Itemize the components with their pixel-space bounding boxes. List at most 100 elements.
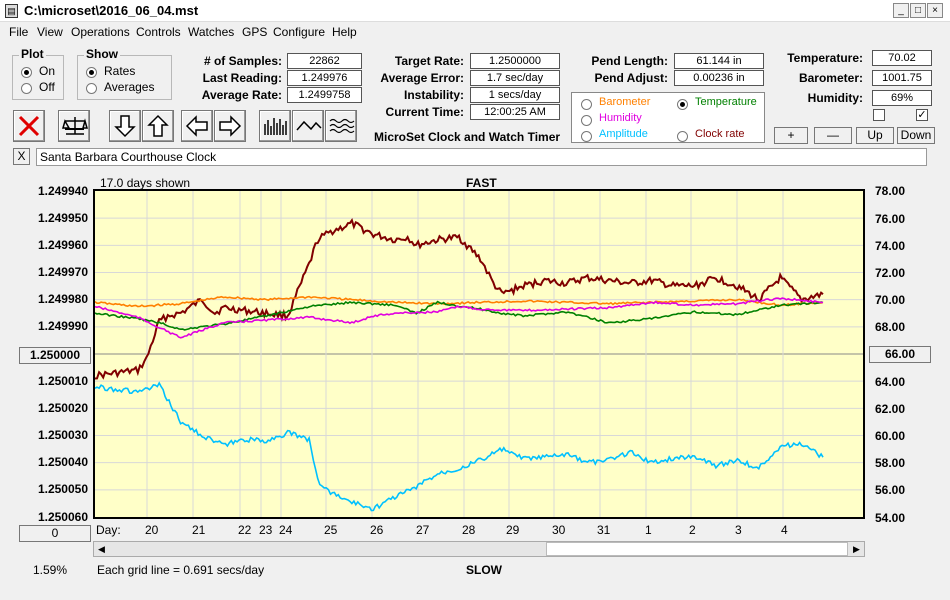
arrow-up-button[interactable] [142, 110, 174, 142]
wave-icon [296, 120, 322, 131]
multi-wave-view-button[interactable] [325, 110, 357, 142]
barometer-radio[interactable] [581, 97, 592, 111]
menu-file[interactable]: File [9, 25, 28, 39]
arrow-left-button[interactable] [181, 110, 213, 142]
menu-operations[interactable]: Operations [71, 25, 130, 39]
show-averages-radio[interactable] [86, 81, 97, 95]
samples-value: 22862 [287, 53, 362, 69]
pend-length-value[interactable]: 61.144 in [674, 53, 764, 69]
checkbox-1[interactable] [873, 109, 885, 121]
right-center-button[interactable]: 66.00 [869, 346, 931, 363]
humidity-label: Humidity: [807, 91, 863, 105]
instability-label: Instability: [403, 88, 464, 102]
left-tick-label: 1.249940 [37, 184, 88, 198]
series-line-amplitude [95, 381, 824, 512]
clear-clock-button[interactable]: X [13, 148, 30, 165]
humidity-radio[interactable] [581, 113, 592, 127]
window-title: C:\microset\2016_06_04.mst [24, 3, 199, 18]
menu-view[interactable]: View [37, 25, 63, 39]
left-offset-button[interactable]: 0 [19, 525, 91, 542]
minimize-button[interactable]: _ [893, 3, 909, 18]
close-button[interactable]: × [927, 3, 943, 18]
day-tick-label: 24 [279, 523, 293, 537]
scroll-left-arrow-icon[interactable]: ◀ [94, 542, 109, 556]
wave-view-button[interactable] [292, 110, 324, 142]
multi-wave-icon [329, 118, 355, 134]
amplitude-radio[interactable] [581, 129, 592, 143]
radio-dot [86, 67, 97, 79]
menu-gps[interactable]: GPS [242, 25, 267, 39]
horizontal-scrollbar[interactable]: ◀ ▶ [93, 541, 865, 557]
radio-dot [581, 131, 592, 143]
right-tick-label: 62.00 [875, 402, 906, 416]
left-tick-label: 1.250060 [37, 510, 88, 524]
bars-view-button[interactable] [259, 110, 291, 142]
radio-dot [581, 115, 592, 127]
amplitude-option: Amplitude [599, 128, 648, 140]
radio-dot [581, 99, 592, 111]
plot-off-radio[interactable] [21, 81, 32, 95]
left-tick-label: 1.249960 [37, 238, 88, 252]
menu-configure[interactable]: Configure [273, 25, 325, 39]
chart-plot-area[interactable] [93, 189, 865, 519]
day-tick-label: 28 [462, 523, 476, 537]
menu-help[interactable]: Help [332, 25, 357, 39]
day-tick-label: 31 [597, 523, 611, 537]
right-tick-label: 64.00 [875, 375, 906, 389]
humidity-value: 69% [872, 90, 932, 106]
scroll-up-button[interactable]: Up [856, 127, 894, 144]
clock-rate-option: Clock rate [695, 128, 745, 140]
left-center-button[interactable]: 1.250000 [19, 347, 91, 364]
day-tick-label: 30 [552, 523, 566, 537]
grid-scale-label: Each grid line = 0.691 secs/day [97, 563, 265, 577]
day-tick-label: 21 [192, 523, 206, 537]
scroll-right-arrow-icon[interactable]: ▶ [849, 542, 864, 556]
day-tick-label: 2 [689, 523, 696, 537]
left-tick-label: 1.249980 [37, 292, 88, 306]
day-tick-label: 25 [324, 523, 338, 537]
balance-button[interactable] [58, 110, 90, 142]
slow-label: SLOW [466, 563, 502, 577]
scrollbar-thumb[interactable] [546, 542, 848, 556]
app-icon: ▤ [5, 4, 18, 18]
day-tick-label: 22 [238, 523, 252, 537]
current-time-value: 12:00:25 AM [470, 104, 560, 120]
arrow-right-button[interactable] [214, 110, 246, 142]
arrow-down-button[interactable] [109, 110, 141, 142]
show-rates-radio[interactable] [86, 65, 97, 79]
target-rate-value[interactable]: 1.2500000 [470, 53, 560, 69]
sensor-select-panel: Barometer Temperature Humidity Amplitude… [571, 92, 765, 143]
menu-controls[interactable]: Controls [136, 25, 181, 39]
pend-adjust-value: 0.00236 in [674, 70, 764, 86]
show-group: Show Rates Averages [77, 47, 172, 100]
stop-button[interactable] [13, 110, 45, 142]
title-bar: ▤ C:\microset\2016_06_04.mst _ □ × [0, 0, 950, 22]
scroll-down-button[interactable]: Down [897, 127, 935, 144]
clock-name-input[interactable]: Santa Barbara Courthouse Clock [36, 148, 927, 166]
average-rate-value: 1.2499758 [287, 87, 362, 103]
zoom-in-button[interactable]: + [774, 127, 808, 144]
zoom-out-button[interactable]: — [814, 127, 852, 144]
temperature-value: 70.02 [872, 50, 932, 66]
chart-svg [95, 191, 863, 517]
series-line-temperature [95, 300, 824, 331]
average-error-label: Average Error: [380, 71, 464, 85]
menu-watches[interactable]: Watches [188, 25, 234, 39]
checkbox-2[interactable]: ✓ [916, 109, 928, 121]
instability-value: 1 secs/day [470, 87, 560, 103]
temperature-radio[interactable] [677, 97, 688, 111]
day-tick-label: 23 [259, 523, 273, 537]
samples-label: # of Samples: [203, 54, 282, 68]
last-reading-value: 1.249976 [287, 70, 362, 86]
right-tick-label: 54.00 [875, 511, 906, 525]
temperature-option: Temperature [695, 96, 757, 108]
clock-rate-radio[interactable] [677, 129, 688, 143]
menu-bar: File View Operations Controls Watches GP… [0, 22, 950, 42]
day-tick-label: 4 [781, 523, 788, 537]
radio-dot [21, 83, 32, 95]
plot-group: Plot On Off [12, 47, 64, 100]
plot-on-radio[interactable] [21, 65, 32, 79]
plot-group-title: Plot [19, 47, 46, 61]
app-name-label: MicroSet Clock and Watch Timer [374, 130, 561, 144]
maximize-button[interactable]: □ [910, 3, 926, 18]
